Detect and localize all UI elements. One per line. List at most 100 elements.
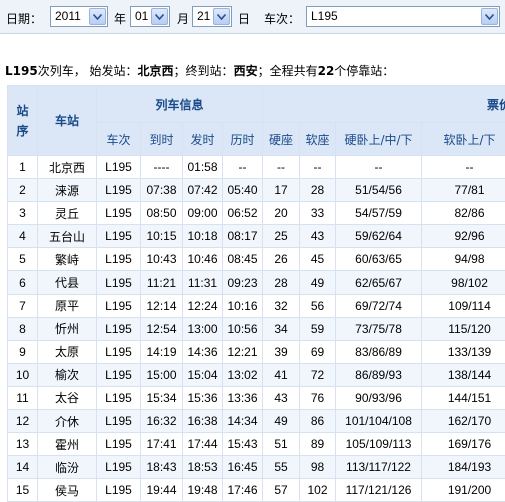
month-select[interactable]: 01: [130, 6, 170, 27]
table-row: 7 原平 L195 12:14 12:24 10:16 32 56 69/72/74 109/11…: [7, 293, 505, 318]
cell-seq: 11: [7, 385, 38, 411]
cell-station: 霍州: [37, 432, 97, 457]
cell-hard-seat: 51: [262, 432, 301, 457]
cell-arrive: 17:41: [140, 432, 183, 457]
cell-soft-seat: 45: [299, 247, 337, 272]
cell-hard-sleeper: 62/65/67: [335, 270, 423, 295]
cell-soft-seat: 98: [299, 455, 337, 480]
cell-hard-seat: 32: [262, 293, 301, 318]
cell-arrive: 19:44: [140, 478, 183, 502]
table-row: 2 涞源 L195 07:38 07:42 05:40 17 28 51/54/56 77/81: [7, 178, 505, 203]
cell-depart: 13:00: [182, 316, 223, 341]
search-bar: 日期： 2011 年 01 月 21 日 车次： L195: [0, 0, 505, 34]
cell-elapsed: 13:36: [221, 385, 264, 411]
cell-depart: 16:38: [182, 409, 223, 434]
table-row: 12 介休 L195 16:32 16:38 14:34 49 86 101/104/108 16…: [7, 409, 505, 434]
chevron-down-icon[interactable]: [89, 8, 106, 25]
cell-soft-seat: 59: [299, 316, 337, 341]
summary-stop-count: 22: [317, 64, 335, 78]
cell-station: 代县: [37, 270, 97, 295]
cell-depart: 18:53: [182, 455, 223, 480]
table-row: 6 代县 L195 11:21 11:31 09:23 28 49 62/65/67 98/102: [7, 270, 505, 295]
cell-train: L195: [96, 247, 141, 272]
cell-arrive: 07:38: [140, 178, 183, 203]
chevron-down-icon[interactable]: [151, 8, 168, 25]
table-row: 13 霍州 L195 17:41 17:44 15:43 51 89 105/109/113 16…: [7, 432, 505, 457]
cell-hard-sleeper: --: [335, 154, 423, 180]
chevron-down-icon[interactable]: [213, 8, 230, 25]
year-select[interactable]: 2011: [50, 6, 108, 27]
cell-hard-sleeper: 117/121/126: [335, 478, 423, 502]
cell-station: 侯马: [37, 478, 97, 502]
cell-hard-seat: 41: [262, 362, 301, 387]
cell-seq: 8: [7, 316, 38, 341]
cell-soft-seat: 43: [299, 224, 337, 249]
cell-soft-sleeper: --: [421, 154, 505, 180]
cell-soft-sleeper: 115/120: [421, 316, 505, 341]
cell-hard-seat: 20: [262, 201, 301, 226]
cell-soft-seat: 33: [299, 201, 337, 226]
cell-train: L195: [96, 409, 141, 434]
cell-train: L195: [96, 154, 141, 180]
cell-soft-seat: 86: [299, 409, 337, 434]
train-summary: L195次列车， 始发站：北京西；终到站：西安；全程共有22个停靠站：: [5, 62, 394, 79]
cell-hard-seat: 57: [262, 478, 301, 502]
summary-terminus: 西安: [233, 64, 258, 78]
table-row: 10 榆次 L195 15:00 15:04 13:02 41 72 86/89/93 138/1…: [7, 362, 505, 387]
cell-soft-sleeper: 133/139: [421, 339, 505, 364]
cell-station: 灵丘: [37, 201, 97, 226]
cell-station: 五台山: [37, 224, 97, 249]
cell-seq: 4: [7, 224, 38, 249]
month-value: 01: [135, 9, 149, 23]
cell-hard-seat: 26: [262, 247, 301, 272]
month-unit: 月: [177, 12, 190, 26]
cell-seq: 12: [7, 409, 38, 434]
header-hard-seat: 硬座: [262, 122, 301, 156]
cell-soft-sleeper: 98/102: [421, 270, 505, 295]
cell-depart: 15:36: [182, 385, 223, 411]
cell-train: L195: [96, 362, 141, 387]
cell-depart: 10:46: [182, 247, 223, 272]
cell-depart: 17:44: [182, 432, 223, 457]
year-value: 2011: [55, 9, 81, 23]
cell-soft-sleeper: 169/176: [421, 432, 505, 457]
cell-station: 忻州: [37, 316, 97, 341]
cell-seq: 5: [7, 247, 38, 272]
cell-station: 榆次: [37, 362, 97, 387]
train-select[interactable]: L195: [306, 6, 500, 27]
cell-depart: 14:36: [182, 339, 223, 364]
chevron-down-icon[interactable]: [481, 8, 498, 25]
cell-soft-sleeper: 191/200: [421, 478, 505, 502]
cell-hard-sleeper: 60/63/65: [335, 247, 423, 272]
header-arrive: 到时: [140, 122, 183, 156]
cell-seq: 1: [7, 154, 38, 180]
cell-depart: 19:48: [182, 478, 223, 502]
day-select[interactable]: 21: [192, 6, 232, 27]
cell-seq: 7: [7, 293, 38, 318]
summary-train: L195: [5, 64, 38, 78]
cell-train: L195: [96, 316, 141, 341]
cell-soft-sleeper: 144/151: [421, 385, 505, 411]
cell-elapsed: 10:16: [221, 293, 264, 318]
cell-soft-sleeper: 77/81: [421, 178, 505, 203]
header-seq: 站序: [7, 85, 38, 156]
cell-soft-seat: 49: [299, 270, 337, 295]
cell-depart: 10:18: [182, 224, 223, 249]
cell-soft-seat: 102: [299, 478, 337, 502]
cell-elapsed: 15:43: [221, 432, 264, 457]
header-soft-sleeper: 软卧上/下: [421, 122, 505, 156]
cell-arrive: 14:19: [140, 339, 183, 364]
cell-hard-sleeper: 73/75/78: [335, 316, 423, 341]
cell-train: L195: [96, 455, 141, 480]
cell-arrive: 11:21: [140, 270, 183, 295]
table-row: 11 太谷 L195 15:34 15:36 13:36 43 76 90/93/96 144/1…: [7, 385, 505, 411]
header-elapsed: 历时: [221, 122, 264, 156]
cell-station: 原平: [37, 293, 97, 318]
cell-soft-seat: 89: [299, 432, 337, 457]
cell-station: 繁峙: [37, 247, 97, 272]
cell-soft-seat: 72: [299, 362, 337, 387]
cell-seq: 9: [7, 339, 38, 364]
cell-arrive: 15:00: [140, 362, 183, 387]
cell-train: L195: [96, 270, 141, 295]
cell-soft-seat: --: [299, 154, 337, 180]
